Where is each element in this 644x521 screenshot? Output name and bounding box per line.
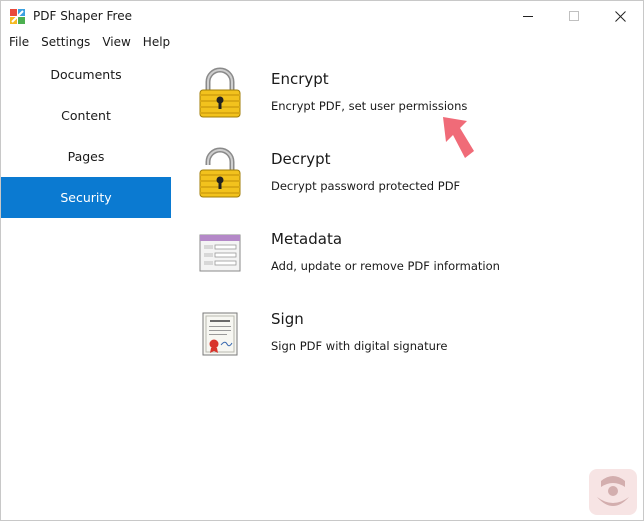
feature-description: Encrypt PDF, set user permissions <box>271 99 468 113</box>
menu-bar: File Settings View Help <box>1 32 176 52</box>
sidebar-item-label: Pages <box>67 149 105 164</box>
metadata-form-icon <box>199 234 241 272</box>
feature-title: Sign <box>271 310 304 328</box>
maximize-icon <box>569 11 579 21</box>
feature-decrypt[interactable]: Decrypt Decrypt password protected PDF <box>191 143 631 223</box>
window-title: PDF Shaper Free <box>33 9 132 23</box>
sidebar-item-security[interactable]: Security <box>1 177 171 218</box>
sidebar-item-content[interactable]: Content <box>1 95 171 136</box>
menu-view[interactable]: View <box>96 32 136 52</box>
sidebar-item-label: Documents <box>50 67 122 82</box>
watermark-logo-icon <box>589 469 637 515</box>
feature-title: Encrypt <box>271 70 329 88</box>
feature-sign[interactable]: Sign Sign PDF with digital signature <box>191 303 631 383</box>
feature-title: Metadata <box>271 230 343 248</box>
title-bar[interactable]: PDF Shaper Free <box>1 1 643 31</box>
feature-title: Decrypt <box>271 150 331 168</box>
lock-icon <box>199 67 241 118</box>
feature-description: Add, update or remove PDF information <box>271 259 500 273</box>
pointer-arrow-icon <box>443 117 474 158</box>
sidebar: Documents Content Pages Security <box>1 54 171 218</box>
certificate-icon <box>202 312 238 356</box>
minimize-icon <box>523 15 533 17</box>
sidebar-item-documents[interactable]: Documents <box>1 54 171 95</box>
feature-description: Decrypt password protected PDF <box>271 179 461 193</box>
sidebar-item-pages[interactable]: Pages <box>1 136 171 177</box>
unlock-icon <box>199 147 241 198</box>
feature-metadata[interactable]: Metadata Add, update or remove PDF infor… <box>191 223 631 303</box>
close-button[interactable] <box>597 1 643 31</box>
app-logo-icon <box>10 9 25 24</box>
minimize-button[interactable] <box>505 1 551 31</box>
sidebar-item-label: Content <box>61 108 111 123</box>
close-icon <box>614 10 626 22</box>
menu-file[interactable]: File <box>3 32 35 52</box>
feature-description: Sign PDF with digital signature <box>271 339 448 353</box>
maximize-button[interactable] <box>551 1 597 31</box>
feature-encrypt[interactable]: Encrypt Encrypt PDF, set user permission… <box>191 63 631 143</box>
app-window: PDF Shaper Free File Settings View Help … <box>0 0 644 521</box>
menu-settings[interactable]: Settings <box>35 32 96 52</box>
menu-help[interactable]: Help <box>137 32 176 52</box>
sidebar-item-label: Security <box>60 190 112 205</box>
feature-list: Encrypt Encrypt PDF, set user permission… <box>191 63 631 383</box>
